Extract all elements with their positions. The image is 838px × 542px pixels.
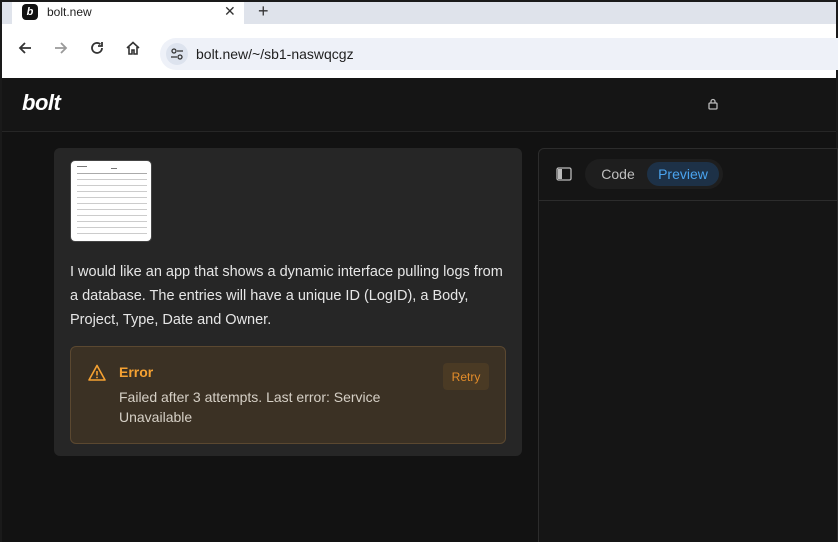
lock-icon[interactable]	[706, 97, 720, 111]
main-area: I would like an app that shows a dynamic…	[2, 132, 838, 542]
tab-title: bolt.new	[47, 5, 92, 19]
sidebar-toggle-icon[interactable]	[556, 167, 572, 181]
error-alert: Error Failed after 3 attempts. Last erro…	[70, 346, 506, 444]
browser-toolbar: bolt.new/~/sb1-naswqcgz	[2, 24, 838, 78]
tab-code[interactable]: Code	[593, 162, 643, 186]
retry-button[interactable]: Retry	[443, 363, 489, 390]
tab-preview[interactable]: Preview	[647, 162, 719, 186]
user-prompt-text: I would like an app that shows a dynamic…	[70, 264, 503, 328]
attached-image-thumbnail[interactable]	[70, 160, 152, 242]
error-title: Error	[119, 364, 154, 380]
new-tab-icon[interactable]: +	[258, 1, 269, 22]
chat-message-card: I would like an app that shows a dynamic…	[54, 148, 522, 456]
app-header: bolt	[2, 78, 836, 132]
reload-icon[interactable]	[87, 38, 107, 58]
url-text: bolt.new/~/sb1-naswqcgz	[196, 46, 354, 62]
forward-arrow-icon[interactable]	[51, 38, 71, 58]
address-bar[interactable]: bolt.new/~/sb1-naswqcgz	[160, 38, 838, 70]
error-message: Failed after 3 attempts. Last error: Ser…	[119, 389, 381, 425]
browser-tab-strip: b bolt.new ✕ +	[2, 1, 836, 24]
workbench-panel: Code Preview	[538, 148, 838, 542]
warning-icon	[87, 363, 107, 383]
site-info-icon[interactable]	[166, 43, 188, 65]
close-tab-icon[interactable]: ✕	[224, 3, 236, 20]
workbench-toolbar: Code Preview	[539, 149, 838, 201]
back-arrow-icon[interactable]	[15, 38, 35, 58]
browser-tab[interactable]: b bolt.new ✕	[12, 2, 244, 24]
home-icon[interactable]	[123, 38, 143, 58]
bolt-logo[interactable]: bolt	[22, 90, 61, 116]
view-toggle: Code Preview	[585, 159, 723, 189]
bolt-favicon-icon: b	[22, 4, 38, 20]
